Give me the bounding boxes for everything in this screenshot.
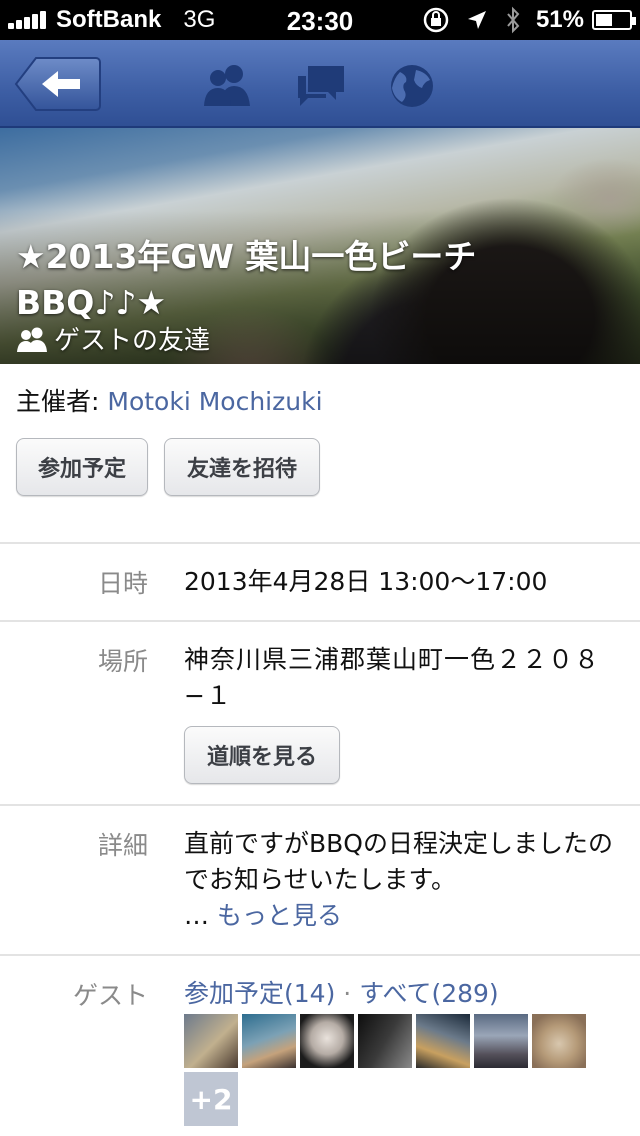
location-icon bbox=[467, 11, 486, 29]
battery-level bbox=[596, 14, 613, 26]
guest-avatar[interactable] bbox=[184, 1014, 238, 1068]
guest-avatar[interactable] bbox=[416, 1014, 470, 1068]
friends-icon[interactable] bbox=[200, 62, 256, 110]
back-arrow-icon[interactable] bbox=[14, 56, 102, 112]
date-value: 2013年4月28日 13:00〜17:00 bbox=[184, 567, 548, 596]
guests-links: 参加予定(14) · すべて(289) bbox=[184, 976, 634, 1012]
privacy-label: ゲストの友達 bbox=[54, 326, 211, 356]
event-title: ★2013年GW 葉山一色ビーチBBQ♪♪★ bbox=[16, 237, 477, 322]
divider bbox=[0, 542, 640, 544]
place-value[interactable]: 神奈川県三浦郡葉山町一色２２０８−１ bbox=[184, 642, 634, 714]
guest-avatar[interactable] bbox=[300, 1014, 354, 1068]
bluetooth-icon bbox=[507, 6, 520, 34]
event-host: 主催者: Motoki Mochizuki bbox=[16, 382, 323, 418]
nav-bar bbox=[0, 40, 640, 128]
guests-going-link[interactable]: 参加予定(14) bbox=[184, 979, 335, 1008]
host-label: 主催者: bbox=[16, 387, 100, 416]
place-label: 場所 bbox=[97, 647, 148, 676]
globe-icon[interactable] bbox=[384, 62, 440, 110]
guest-avatar[interactable] bbox=[532, 1014, 586, 1068]
directions-button[interactable]: 道順を見る bbox=[184, 726, 340, 784]
divider bbox=[0, 804, 640, 806]
guest-avatar[interactable] bbox=[474, 1014, 528, 1068]
date-label: 日時 bbox=[97, 569, 148, 598]
guest-thumbnails: +2 bbox=[184, 1014, 604, 1126]
divider bbox=[0, 620, 640, 622]
more-guests-count[interactable]: +2 bbox=[184, 1072, 238, 1126]
rotation-lock-icon bbox=[423, 7, 449, 33]
host-name-link[interactable]: Motoki Mochizuki bbox=[107, 387, 322, 416]
see-more-link[interactable]: もっと見る bbox=[217, 901, 342, 930]
rsvp-going-button[interactable]: 参加予定 bbox=[16, 438, 148, 496]
ellipsis: … bbox=[184, 901, 209, 930]
details-more: … もっと見る bbox=[184, 898, 634, 934]
details-text: 直前ですがBBQの日程決定しましたのでお知らせいたします。 bbox=[184, 829, 613, 894]
event-cover-photo: ★2013年GW 葉山一色ビーチBBQ♪♪★ ゲストの友達 bbox=[0, 128, 640, 364]
guests-all-link[interactable]: すべて(289) bbox=[359, 979, 498, 1008]
guests-icon bbox=[17, 327, 47, 352]
event-privacy: ゲストの友達 bbox=[16, 320, 210, 357]
guests-separator: · bbox=[343, 979, 352, 1008]
battery-percent: 51% bbox=[535, 6, 584, 33]
invite-friends-button[interactable]: 友達を招待 bbox=[164, 438, 320, 496]
status-bar: SoftBank 3G 23:30 51% bbox=[0, 0, 640, 40]
divider bbox=[0, 954, 640, 956]
battery-icon bbox=[592, 10, 636, 30]
guests-label: ゲスト bbox=[72, 981, 148, 1010]
guest-avatar[interactable] bbox=[242, 1014, 296, 1068]
details-label: 詳細 bbox=[97, 831, 148, 860]
status-right: 51% bbox=[422, 6, 636, 34]
messages-icon[interactable] bbox=[294, 62, 350, 110]
guest-avatar[interactable] bbox=[358, 1014, 412, 1068]
